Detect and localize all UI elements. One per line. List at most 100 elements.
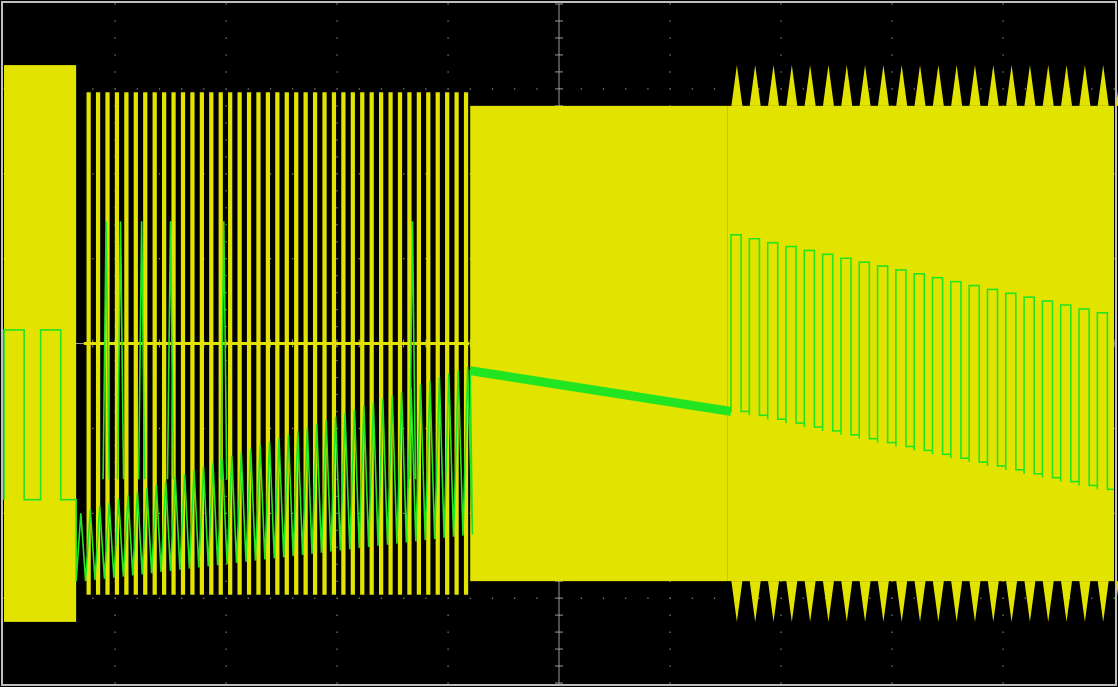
grid-dot <box>336 359 338 362</box>
grid-dot <box>225 139 227 141</box>
grid-dot <box>269 258 272 260</box>
grid-dot <box>269 512 272 514</box>
grid-dot <box>114 3 116 5</box>
grid-dot <box>1002 37 1004 39</box>
grid-dot <box>158 88 161 90</box>
grid-dot <box>269 88 272 90</box>
grid-dot <box>336 71 338 73</box>
grid-dot <box>336 410 338 413</box>
grid-dot <box>403 512 405 514</box>
yellow-envelope-peak <box>951 65 963 106</box>
grid-dot <box>980 597 982 599</box>
yellow-envelope-peak <box>786 581 798 622</box>
yellow-envelope-peak <box>731 581 743 622</box>
grid-dot <box>380 88 383 90</box>
grid-dot <box>336 105 338 107</box>
grid-dot <box>336 529 338 531</box>
grid-dot <box>336 275 338 277</box>
grid-dot <box>358 597 360 599</box>
grid-dot <box>913 597 915 599</box>
grid-dot <box>92 427 94 430</box>
grid-dot <box>669 682 671 684</box>
grid-dot <box>1024 88 1026 90</box>
yellow-envelope-peak <box>951 581 963 622</box>
grid-dot <box>225 614 227 616</box>
grid-dot <box>980 88 982 90</box>
grid-dot <box>225 241 227 243</box>
grid-dot <box>114 631 116 633</box>
grid-dot <box>625 88 627 90</box>
yellow-envelope-peak <box>877 581 889 622</box>
grid-dot <box>691 88 693 90</box>
grid-dot <box>336 37 338 39</box>
yellow-envelope-peak <box>1042 581 1054 622</box>
grid-dot <box>114 54 116 56</box>
grid-dot <box>225 122 227 124</box>
grid-dot <box>758 88 760 90</box>
grid-dot <box>336 665 338 667</box>
grid-dot <box>780 614 782 616</box>
yellow-burst <box>463 92 469 595</box>
grid-dot <box>447 37 449 39</box>
grid-dot <box>780 3 782 5</box>
grid-dot <box>336 631 338 633</box>
grid-dot <box>92 512 94 514</box>
grid-dot <box>225 20 227 22</box>
grid-dot <box>891 3 893 5</box>
grid-dot <box>780 597 782 599</box>
grid-dot <box>536 88 538 90</box>
yellow-envelope-peak <box>1024 65 1036 106</box>
grid-dot <box>669 665 671 667</box>
grid-dot <box>225 207 227 209</box>
grid-dot <box>1002 54 1004 56</box>
grid-dot <box>625 597 627 599</box>
yellow-envelope-peak <box>1061 65 1073 106</box>
grid-dot <box>336 682 338 684</box>
grid-dot <box>269 597 272 599</box>
grid-dot <box>225 37 227 39</box>
grid-dot <box>225 631 227 633</box>
grid-dot <box>336 207 338 209</box>
yellow-envelope-peak <box>969 581 981 622</box>
yellow-envelope-peak <box>914 65 926 106</box>
grid-dot <box>1002 682 1004 684</box>
grid-dot <box>1002 71 1004 73</box>
yellow-envelope-peak <box>896 65 908 106</box>
grid-dot <box>891 597 893 599</box>
grid-dot <box>669 3 671 5</box>
grid-dot <box>292 597 294 599</box>
grid-dot <box>669 71 671 73</box>
grid-dot <box>114 597 116 599</box>
grid-dot <box>158 427 161 430</box>
grid-dot <box>891 631 893 633</box>
grid-dot <box>358 88 360 90</box>
grid-dot <box>780 20 782 22</box>
grid-dot <box>869 597 871 599</box>
grid-dot <box>314 88 316 90</box>
yellow-burst <box>397 92 403 595</box>
grid-dot <box>292 173 294 175</box>
grid-dot <box>403 597 405 599</box>
grid-dot <box>1024 597 1026 599</box>
grid-dot <box>114 71 116 73</box>
grid-dot <box>225 682 227 684</box>
grid-dot <box>158 173 161 175</box>
yellow-envelope-peak <box>1042 65 1054 106</box>
grid-dot <box>269 173 272 175</box>
grid-dot <box>358 427 360 430</box>
yellow-envelope-peak <box>932 65 944 106</box>
grid-dot <box>469 88 471 90</box>
yellow-envelope-peak <box>841 65 853 106</box>
grid-dot <box>336 54 338 56</box>
grid-dot <box>780 54 782 56</box>
grid-dot <box>292 258 294 260</box>
grid-dot <box>336 614 338 616</box>
grid-dot <box>913 88 915 90</box>
grid-dot <box>225 173 227 175</box>
grid-dot <box>336 258 338 260</box>
grid-dot <box>292 427 294 430</box>
grid-dot <box>225 224 227 226</box>
grid-dot <box>336 495 338 497</box>
grid-dot <box>425 597 427 599</box>
grid-dot <box>225 190 227 192</box>
